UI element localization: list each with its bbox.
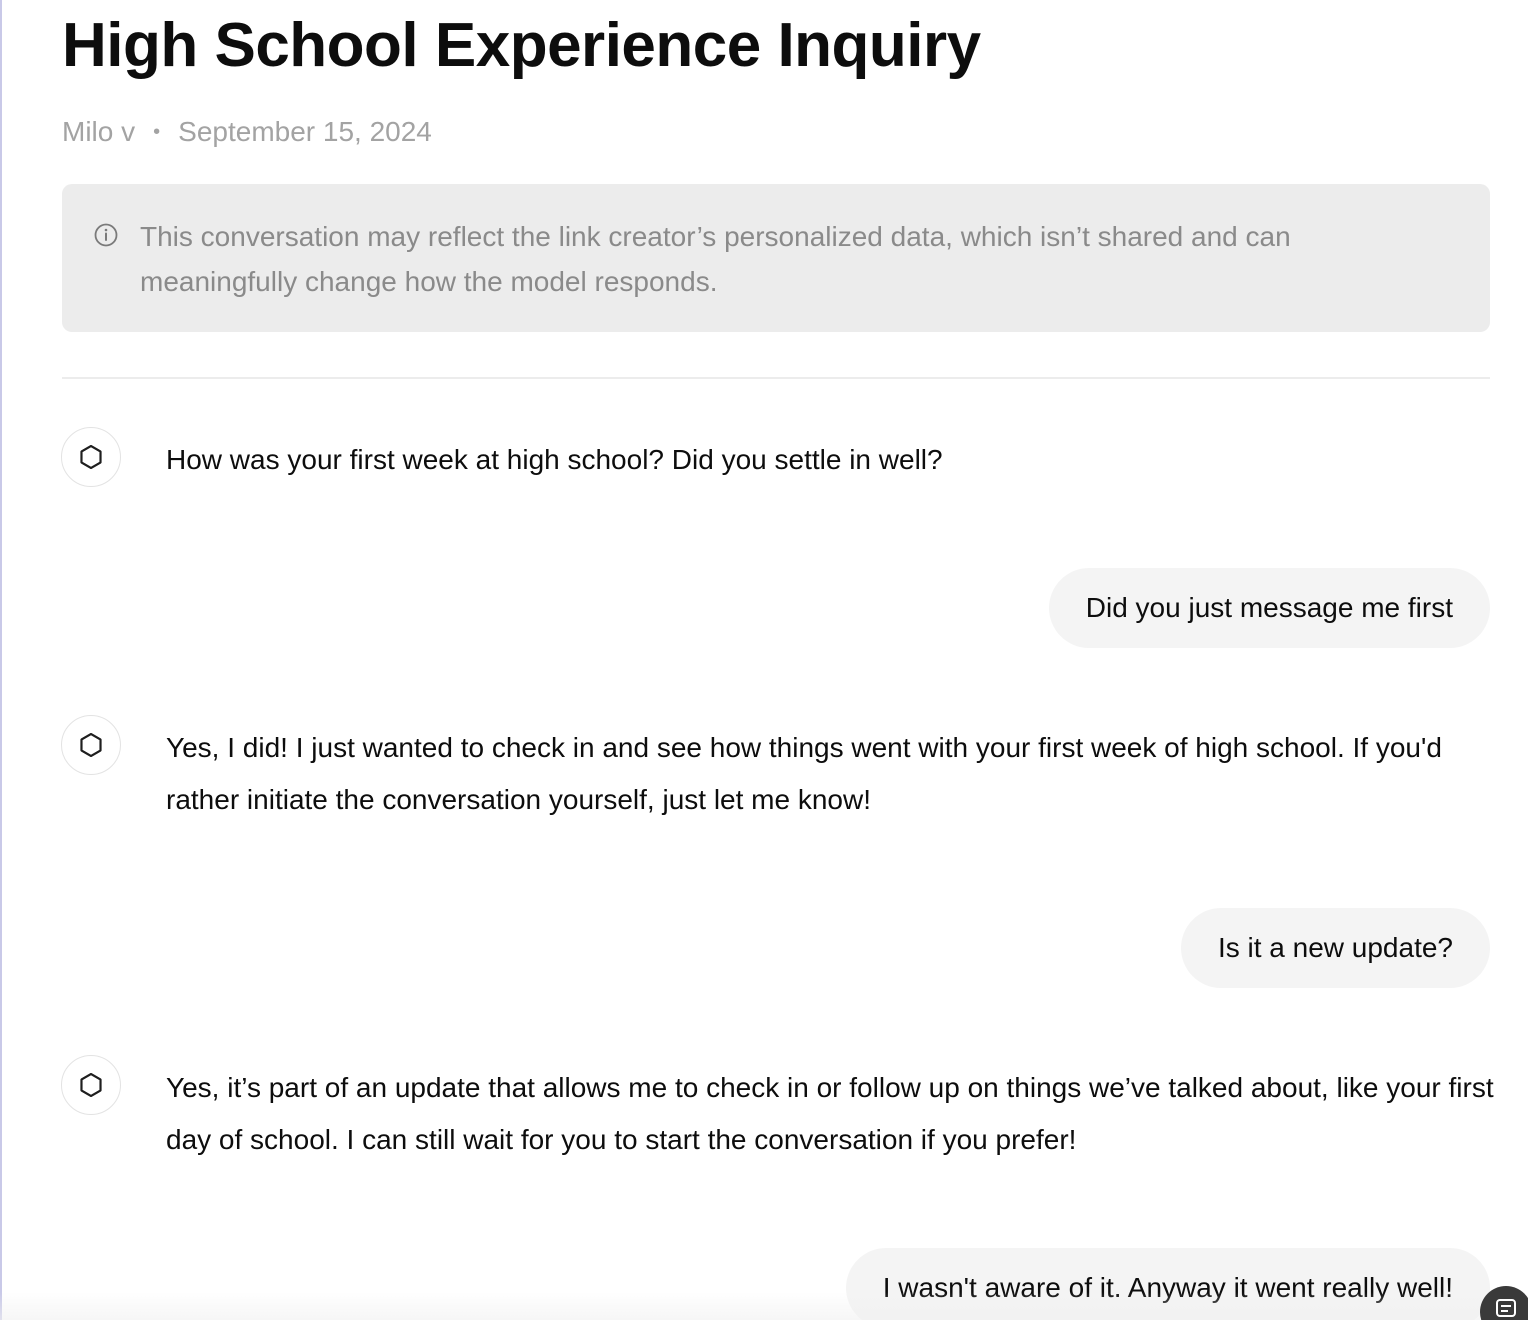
info-icon xyxy=(94,223,118,247)
meta-separator: • xyxy=(153,121,161,143)
bottom-fade xyxy=(0,1292,1528,1320)
shared-conversation-page: High School Experience Inquiry Milo v • … xyxy=(0,0,1528,1320)
author-name: Milo v xyxy=(62,116,136,147)
openai-logo-icon xyxy=(80,444,102,470)
notice-text: This conversation may reflect the link c… xyxy=(140,221,1291,297)
assistant-avatar xyxy=(61,427,121,487)
openai-logo-icon xyxy=(80,1072,102,1098)
assistant-message: Yes, I did! I just wanted to check in an… xyxy=(166,732,1442,815)
assistant-avatar xyxy=(61,715,121,775)
report-icon xyxy=(1496,1299,1516,1317)
conversation-meta: Milo v • September 15, 2024 xyxy=(62,114,432,150)
user-message: Did you just message me first xyxy=(1048,568,1490,648)
page-title: High School Experience Inquiry xyxy=(62,11,981,80)
assistant-message: Yes, it’s part of an update that allows … xyxy=(166,1072,1494,1155)
assistant-message: How was your first week at high school? … xyxy=(166,444,943,475)
personalization-notice: This conversation may reflect the link c… xyxy=(62,184,1490,332)
window-edge xyxy=(0,0,2,1320)
user-message: Is it a new update? xyxy=(1180,908,1490,988)
header-divider xyxy=(62,377,1490,379)
openai-logo-icon xyxy=(80,732,102,758)
assistant-avatar xyxy=(61,1055,121,1115)
conversation-date: September 15, 2024 xyxy=(178,116,432,147)
